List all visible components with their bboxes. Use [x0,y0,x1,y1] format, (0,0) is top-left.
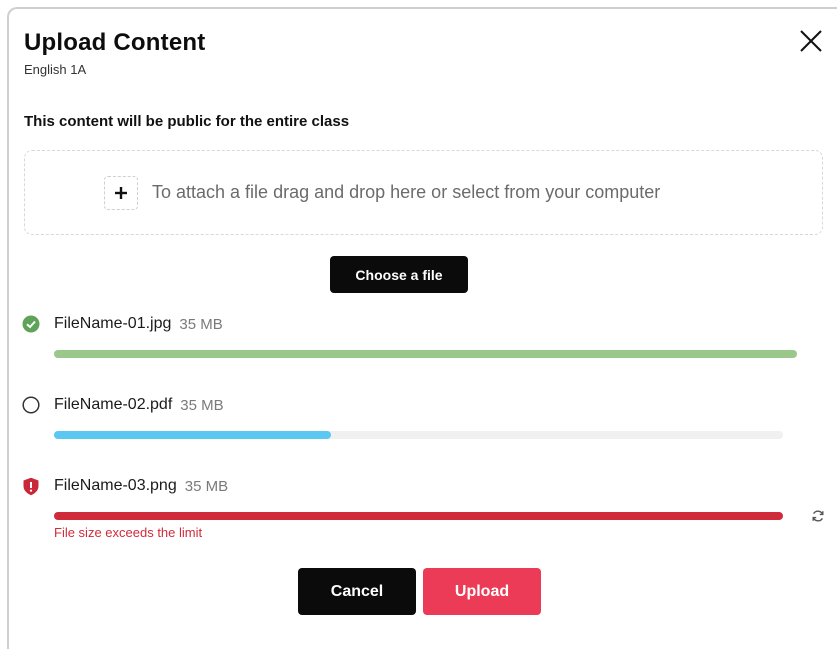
choose-file-button[interactable]: Choose a file [330,256,468,293]
visibility-notice: This content will be public for the enti… [24,113,350,130]
close-icon[interactable] [798,28,824,54]
progress-bar [54,512,783,520]
dialog-subtitle: English 1A [24,62,87,77]
file-size: 35 MB [179,315,223,333]
progress-fill [54,431,332,439]
file-item: FileName-02.pdf 35 MB [22,393,224,417]
file-size: 35 MB [184,477,229,495]
error-message: File size exceeds the limit [54,525,203,540]
upload-button[interactable]: Upload [423,568,541,615]
file-name: FileName-03.png [54,477,177,494]
progress-fill [54,350,797,358]
file-size: 35 MB [180,396,224,414]
shield-alert-icon [22,477,40,495]
cancel-button[interactable]: Cancel [298,568,416,615]
progress-bar [54,350,797,358]
file-item: FileName-03.png 35 MB [22,474,228,498]
file-dropzone[interactable]: To attach a file drag and drop here or s… [24,150,823,235]
file-name: FileName-01.jpg [54,315,172,332]
dropzone-text: To attach a file drag and drop here or s… [152,182,661,202]
add-file-button[interactable] [104,176,138,210]
retry-icon[interactable] [811,509,825,523]
file-name: FileName-02.pdf [54,396,173,413]
progress-bar [54,431,783,439]
empty-circle-icon [22,396,40,414]
progress-fill [54,512,783,520]
file-item: FileName-01.jpg 35 MB [22,312,223,336]
plus-icon [115,187,127,199]
check-circle-icon [22,315,40,333]
dialog-title: Upload Content [24,29,206,56]
